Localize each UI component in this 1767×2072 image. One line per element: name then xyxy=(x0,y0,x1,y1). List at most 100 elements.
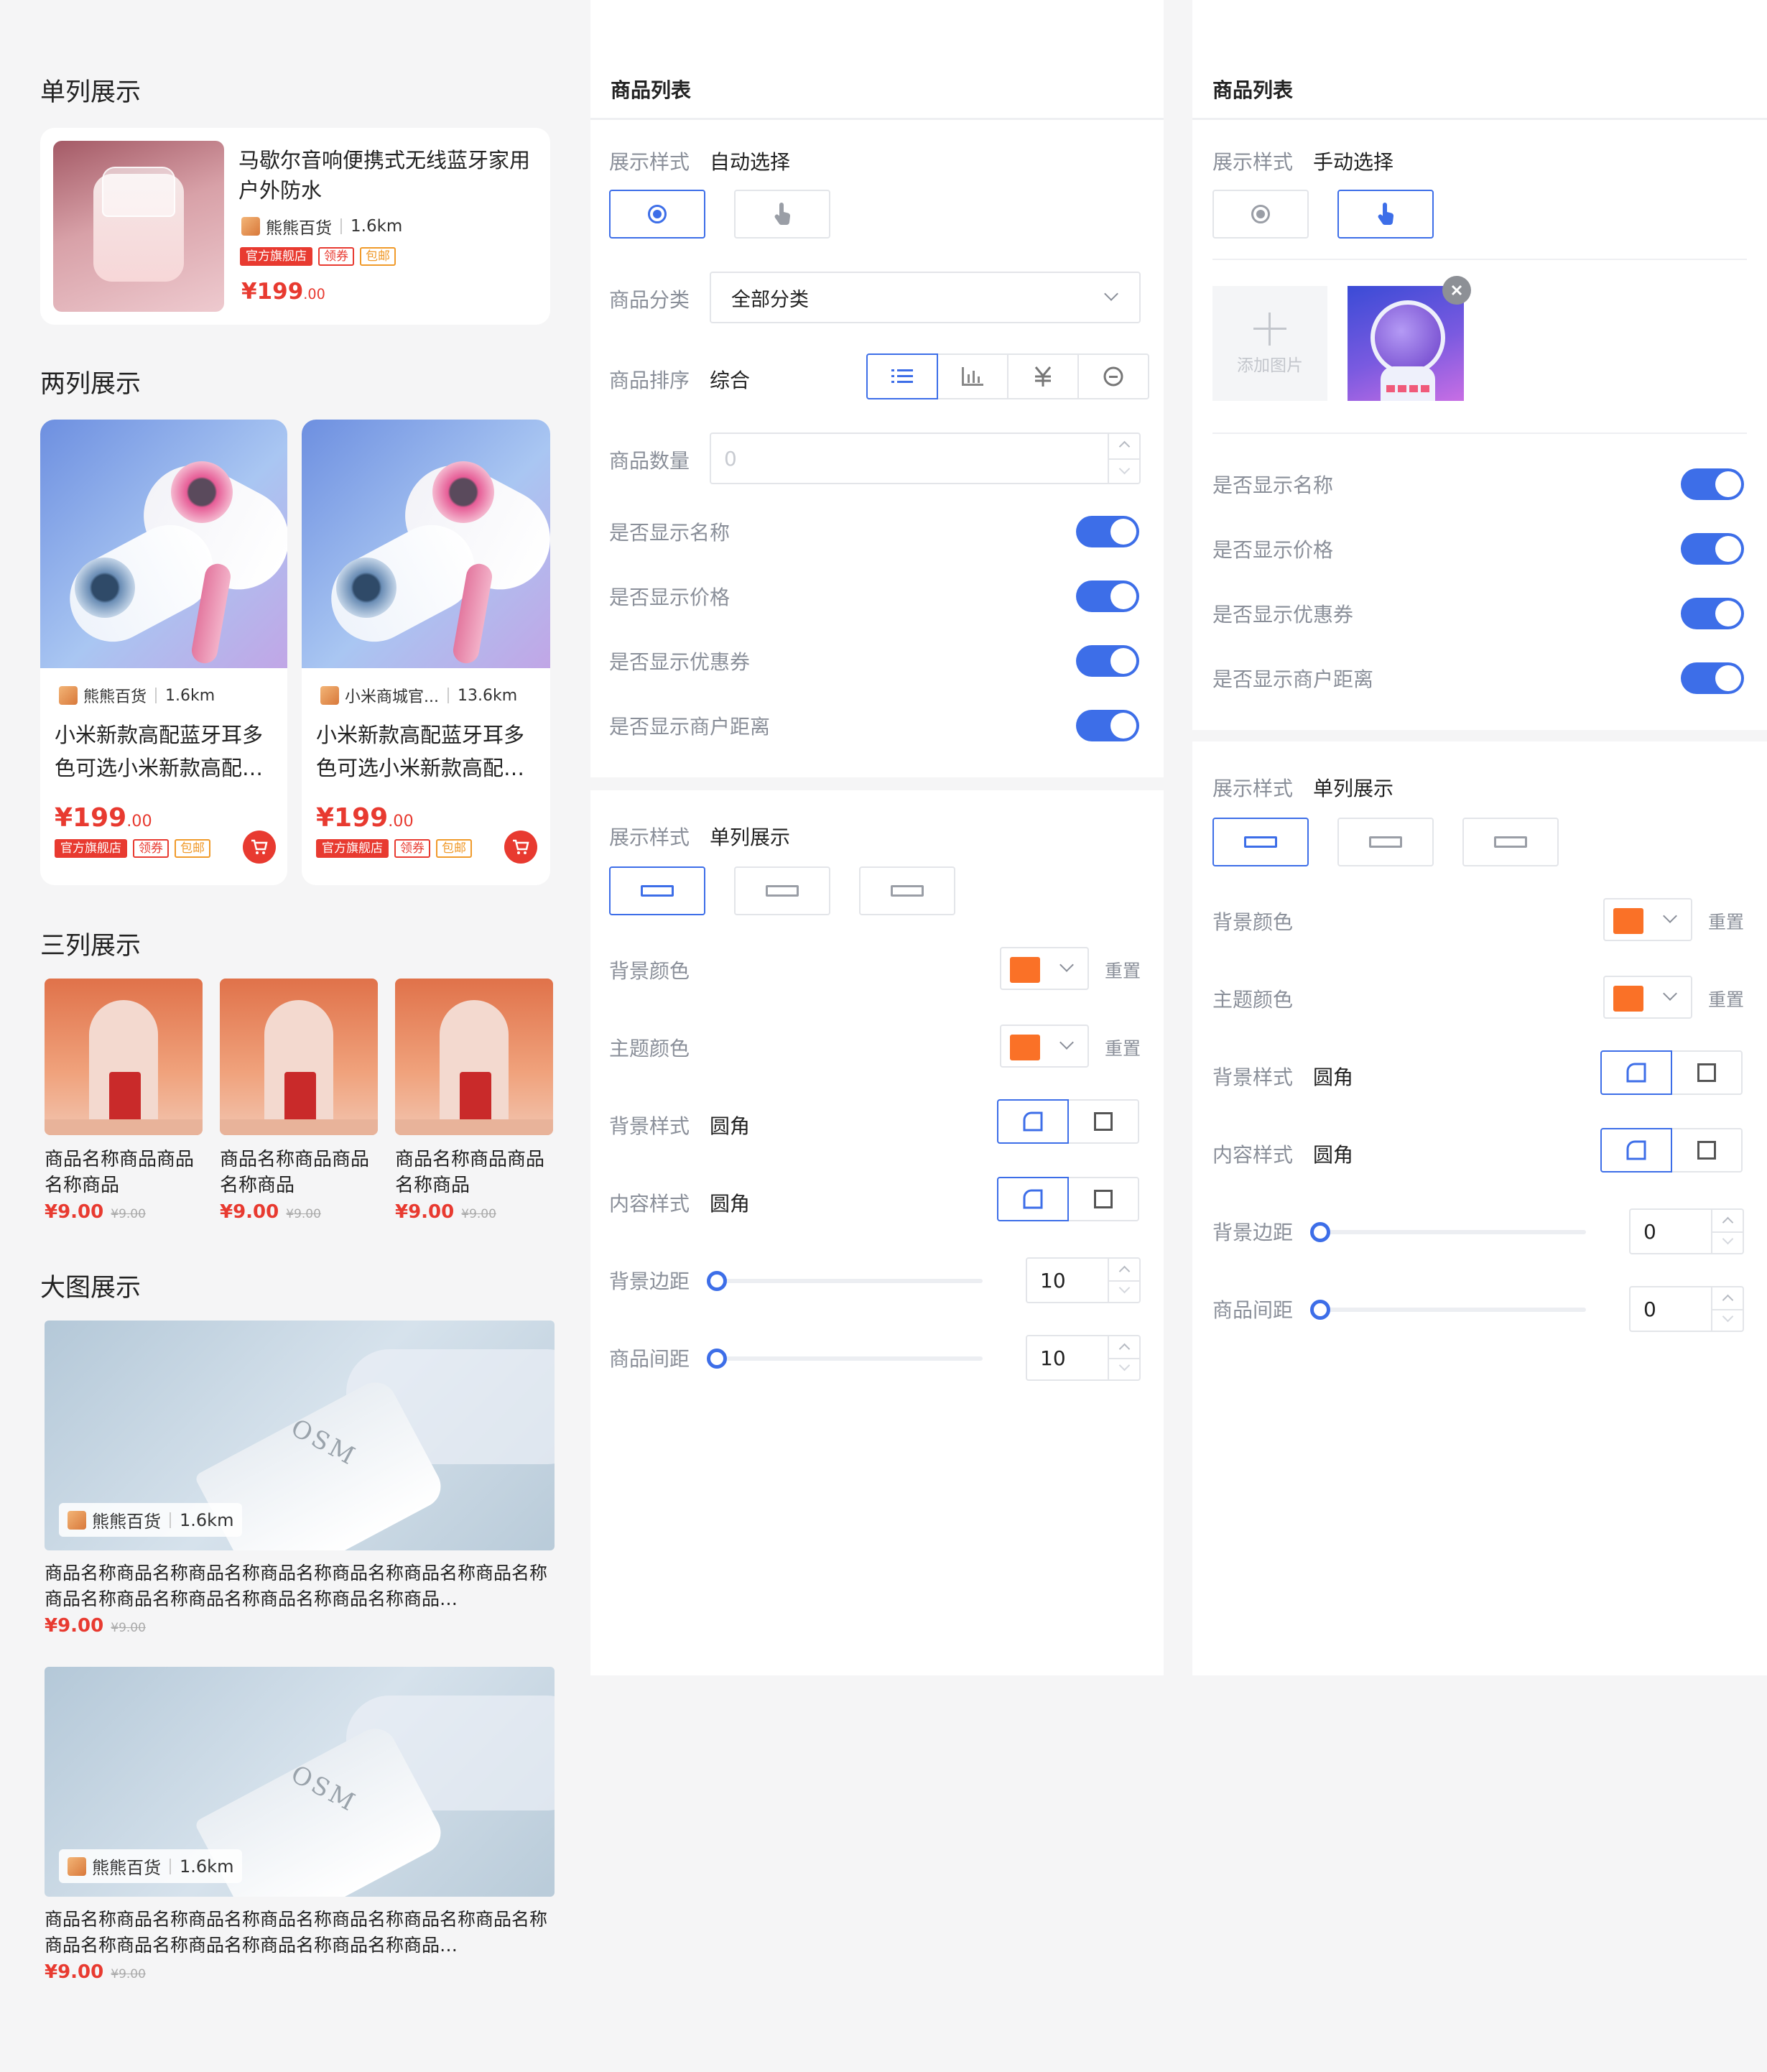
double-product-card[interactable]: 小米商城官... 13.6km 小米新款高配蓝牙耳多色可选小米新款高配… ¥19… xyxy=(302,420,550,885)
bg-margin-slider[interactable] xyxy=(1310,1222,1586,1242)
item-gap-label: 商品间距 xyxy=(609,1347,690,1371)
manual-select-button[interactable] xyxy=(1337,190,1434,239)
double-layout-icon xyxy=(766,885,799,897)
toggle-show-distance[interactable] xyxy=(1076,710,1139,741)
rounded-corner-icon xyxy=(1023,1111,1043,1132)
double-product-card[interactable]: 熊熊百货 1.6km 小米新款高配蓝牙耳多色可选小米新款高配… ¥199.00 … xyxy=(40,420,287,885)
shop-distance: 1.6km xyxy=(180,1856,234,1877)
big-product-card[interactable]: OSM 熊熊百货 1.6km 商品名称商品名称商品名称商品名称商品名称商品名称商… xyxy=(45,1321,555,1637)
bg-style-rounded-button[interactable] xyxy=(997,1099,1069,1144)
slider-handle[interactable] xyxy=(707,1271,727,1291)
rounded-corner-icon xyxy=(1626,1063,1646,1083)
theme-color-reset[interactable]: 重置 xyxy=(1708,986,1744,1012)
shop-info: 熊熊百货 1.6km xyxy=(59,1849,243,1883)
triple-product-card[interactable]: 商品名称商品商品名称商品 ¥9.00 ¥9.00 xyxy=(395,979,553,1223)
toggle-label-distance: 是否显示商户距离 xyxy=(609,715,771,739)
tag-list: 官方旗舰店 领券 包邮 xyxy=(55,839,210,858)
toggle-show-price[interactable] xyxy=(1681,533,1744,565)
toggle-show-distance[interactable] xyxy=(1681,662,1744,694)
item-gap-label: 商品间距 xyxy=(1212,1298,1294,1322)
layout-triple-button[interactable] xyxy=(859,866,955,915)
content-style-value: 圆角 xyxy=(1313,1143,1354,1167)
bg-margin-input[interactable]: 10 xyxy=(1026,1257,1141,1303)
product-image xyxy=(45,979,203,1135)
layout-triple-button[interactable] xyxy=(1462,818,1559,866)
double-layout-icon xyxy=(1369,836,1402,848)
content-style-square-button[interactable] xyxy=(1067,1177,1139,1221)
selected-product-thumbnail[interactable] xyxy=(1348,286,1464,401)
item-gap-slider[interactable] xyxy=(707,1349,983,1369)
auto-select-button[interactable] xyxy=(1212,190,1309,239)
cart-icon[interactable] xyxy=(243,831,276,864)
content-style-rounded-button[interactable] xyxy=(997,1177,1069,1221)
tag-flagship: 官方旗舰店 xyxy=(55,839,127,858)
product-image: OSM 熊熊百货 1.6km xyxy=(45,1321,555,1550)
content-style-label: 内容样式 xyxy=(609,1192,690,1216)
bg-style-square-button[interactable] xyxy=(1671,1050,1743,1095)
triple-layout-icon xyxy=(1494,836,1527,848)
chevron-down-icon xyxy=(1104,287,1118,301)
layout-single-button[interactable] xyxy=(609,866,705,915)
bg-color-picker[interactable] xyxy=(1000,947,1089,990)
bg-color-reset[interactable]: 重置 xyxy=(1708,908,1744,934)
sort-comprehensive-button[interactable] xyxy=(866,353,938,399)
bg-margin-slider[interactable] xyxy=(707,1271,983,1291)
product-image: OSM 熊熊百货 1.6km xyxy=(45,1667,555,1897)
single-product-card[interactable]: 马歇尔音响便携式无线蓝牙家用户外防水 熊熊百货 1.6km 官方旗舰店 领券 包… xyxy=(40,128,550,325)
layout-single-button[interactable] xyxy=(1212,818,1309,866)
category-select[interactable]: 全部分类 xyxy=(710,272,1141,323)
bg-style-rounded-button[interactable] xyxy=(1600,1050,1672,1095)
toggle-show-coupon[interactable] xyxy=(1681,598,1744,629)
theme-color-reset[interactable]: 重置 xyxy=(1105,1035,1141,1060)
theme-color-picker[interactable] xyxy=(1603,976,1692,1019)
bg-color-reset[interactable]: 重置 xyxy=(1105,957,1141,983)
shop-distance: 13.6km xyxy=(457,686,518,705)
product-name: 商品名称商品商品名称商品 xyxy=(220,1149,370,1196)
slider-handle[interactable] xyxy=(1310,1222,1330,1242)
toggle-show-name[interactable] xyxy=(1076,516,1139,547)
bg-color-picker[interactable] xyxy=(1603,898,1692,941)
content-style-rounded-button[interactable] xyxy=(1600,1128,1672,1173)
square-corner-icon xyxy=(1697,1063,1716,1082)
count-input[interactable]: 0 xyxy=(710,433,1141,484)
product-price: ¥199.00 xyxy=(241,279,325,305)
bg-style-label: 背景样式 xyxy=(609,1114,690,1138)
toggle-show-coupon[interactable] xyxy=(1076,645,1139,677)
remove-image-button[interactable] xyxy=(1442,276,1471,305)
triple-product-card[interactable]: 商品名称商品商品名称商品 ¥9.00 ¥9.00 xyxy=(220,979,378,1223)
circle-minus-icon xyxy=(1103,366,1123,387)
product-image xyxy=(53,141,224,312)
sort-sales-button[interactable] xyxy=(937,353,1008,399)
shop-info: 熊熊百货 1.6km xyxy=(59,684,215,707)
cart-icon[interactable] xyxy=(504,831,537,864)
toggle-show-name[interactable] xyxy=(1681,468,1744,500)
sort-price-button[interactable] xyxy=(1007,353,1079,399)
sort-value: 综合 xyxy=(710,369,751,392)
item-gap-slider[interactable] xyxy=(1310,1300,1586,1320)
triple-product-card[interactable]: 商品名称商品商品名称商品 ¥9.00 ¥9.00 xyxy=(45,979,203,1223)
product-image xyxy=(302,420,550,668)
product-name: 商品名称商品名称商品名称商品名称商品名称商品名称商品名称商品名称商品名称商品名称… xyxy=(45,1909,548,1956)
bg-margin-label: 背景边距 xyxy=(609,1269,690,1293)
add-image-button[interactable]: 添加图片 xyxy=(1212,286,1327,401)
sort-distance-button[interactable] xyxy=(1077,353,1149,399)
bg-style-square-button[interactable] xyxy=(1067,1099,1139,1144)
section-title-triple: 三列展示 xyxy=(40,932,142,961)
auto-select-button[interactable] xyxy=(609,190,705,239)
toggle-show-price[interactable] xyxy=(1076,581,1139,612)
item-gap-input[interactable]: 10 xyxy=(1026,1335,1141,1381)
item-gap-input[interactable]: 0 xyxy=(1629,1286,1744,1332)
display-style-label: 展示样式 xyxy=(1212,777,1294,800)
content-style-square-button[interactable] xyxy=(1671,1128,1743,1173)
style-panel-manual: 展示样式 单列展示 背景颜色 重置 主题颜色 重置 背景样式 圆角 内容样式 圆… xyxy=(1192,741,1767,1675)
manual-select-button[interactable] xyxy=(734,190,830,239)
big-product-card[interactable]: OSM 熊熊百货 1.6km 商品名称商品名称商品名称商品名称商品名称商品名称商… xyxy=(45,1667,555,1983)
slider-handle[interactable] xyxy=(707,1349,727,1369)
layout-double-button[interactable] xyxy=(1337,818,1434,866)
tag-flagship: 官方旗舰店 xyxy=(316,839,389,858)
slider-handle[interactable] xyxy=(1310,1300,1330,1320)
bg-margin-input[interactable]: 0 xyxy=(1629,1208,1744,1254)
display-style-value: 单列展示 xyxy=(710,825,791,849)
layout-double-button[interactable] xyxy=(734,866,830,915)
theme-color-picker[interactable] xyxy=(1000,1025,1089,1068)
